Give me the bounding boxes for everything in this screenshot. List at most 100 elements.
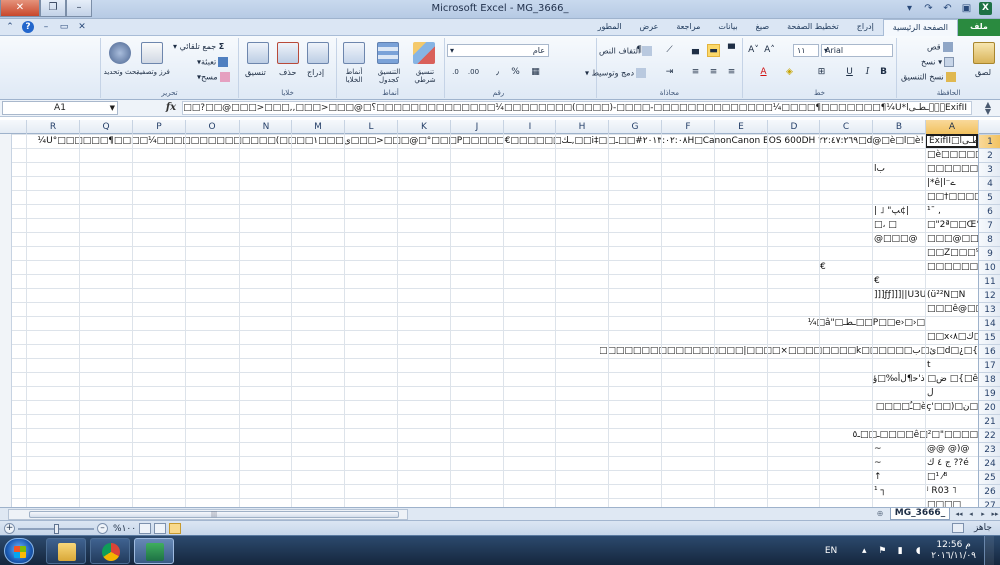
column-header-j[interactable]: J	[450, 120, 503, 134]
align-top-icon[interactable]: ▀	[725, 44, 738, 57]
cell-a24[interactable]: ج ٤ ﻙ ‌?‌?‌é	[927, 456, 978, 470]
cell-a8[interactable]: □□□@□□ô	[927, 232, 978, 246]
redo-icon[interactable]: ↷	[922, 2, 935, 15]
binoculars-icon[interactable]	[109, 42, 131, 64]
tab-developer[interactable]: المطور	[589, 19, 631, 36]
cell-a10[interactable]: □□□□□□□	[927, 260, 978, 274]
worksheet-grid[interactable]: ABCDEFGHIJKLMNOPQR 1 2 3 4 5 6 7 8 9 10 11 12 13 14 15…	[0, 117, 1000, 507]
tab-home[interactable]: الصفحة الرئيسية	[882, 19, 958, 36]
taskbar-chrome[interactable]	[90, 538, 130, 564]
merge-center-button[interactable]: ▾ دمج وتوسيط	[585, 68, 647, 79]
tray-expand-icon[interactable]: ▴	[859, 546, 869, 556]
cell-b23[interactable]: ~	[874, 442, 925, 456]
column-header-g[interactable]: G	[608, 120, 661, 134]
volume-icon[interactable]: ◖	[913, 546, 923, 556]
language-indicator[interactable]: EN	[825, 546, 837, 556]
window-close-icon[interactable]: ✕	[76, 21, 88, 33]
row-header-7[interactable]: 7	[979, 218, 1000, 232]
wrap-text-button[interactable]: التفاف النص	[599, 46, 653, 57]
tab-data[interactable]: بيانات	[709, 19, 746, 36]
grow-font-icon[interactable]: A˄	[763, 44, 776, 57]
select-all-corner[interactable]	[978, 120, 1000, 134]
accounting-format-icon[interactable]: ▦	[529, 66, 542, 79]
delete-cells-button[interactable]: حذف	[279, 68, 296, 78]
sort-filter-button[interactable]: فرز وتصفية	[135, 68, 171, 76]
tab-insert[interactable]: إدراج	[848, 19, 883, 36]
row-header-8[interactable]: 8	[979, 232, 1000, 246]
normal-view-icon[interactable]	[169, 523, 182, 534]
last-sheet-icon[interactable]: ▸▸	[990, 508, 1000, 520]
cell-a23[interactable]: @@ @)@	[927, 442, 978, 456]
row-header-26[interactable]: 26	[979, 484, 1000, 498]
column-header-p[interactable]: P	[132, 120, 185, 134]
sheet-tab-mg-3666[interactable]: MG_3666_	[890, 508, 950, 520]
row-header-23[interactable]: 23	[979, 442, 1000, 456]
shrink-font-icon[interactable]: A˅	[747, 44, 760, 57]
underline-button[interactable]: U	[843, 66, 856, 79]
column-header-o[interactable]: O	[185, 120, 238, 134]
row-header-9[interactable]: 9	[979, 246, 1000, 260]
cell-b24[interactable]: ~	[874, 456, 925, 470]
start-button[interactable]	[4, 538, 34, 564]
system-clock[interactable]: 12:56 م ٢٠١٦/١١/٠٩	[931, 540, 976, 562]
column-header-i[interactable]: I	[503, 120, 556, 134]
number-format-combo[interactable]: ▾ عام	[447, 44, 549, 57]
macro-record-icon[interactable]	[952, 523, 964, 533]
row-header-12[interactable]: 12	[979, 288, 1000, 302]
insert-cells-button[interactable]: إدراج	[307, 68, 324, 78]
column-header-q[interactable]: Q	[79, 120, 132, 134]
fill-color-icon[interactable]: ◈	[783, 66, 796, 79]
cell-a27[interactable]: □□□□	[927, 498, 978, 507]
ribbon-collapse-icon[interactable]: ⌃	[4, 21, 16, 33]
first-sheet-icon[interactable]: ◂◂	[954, 508, 964, 520]
cell-a9[interactable]: □□Z□□□⁹	[927, 246, 978, 260]
column-header-m[interactable]: M	[291, 120, 344, 134]
row-header-22[interactable]: 22	[979, 428, 1000, 442]
clear-button[interactable]: ▾مسح	[197, 72, 230, 83]
cell-b25[interactable]: ↑	[874, 470, 925, 484]
cell-b3[interactable]: ب‌ا	[874, 162, 925, 176]
row-header-21[interactable]: 21	[979, 414, 1000, 428]
cell-a25[interactable]: □¹ ⁄ᴮ	[927, 470, 978, 484]
insert-sheet-icon[interactable]: ⊕	[872, 509, 888, 519]
column-header-l[interactable]: L	[344, 120, 397, 134]
column-header-e[interactable]: E	[714, 120, 767, 134]
column-header-b[interactable]: B	[872, 120, 925, 134]
zoom-in-icon[interactable]: +	[4, 523, 15, 534]
row-header-11[interactable]: 11	[979, 274, 1000, 288]
cell-a7[interactable]: □"2ª□□Œ°	[927, 218, 978, 232]
format-cells-icon[interactable]	[247, 42, 269, 64]
next-sheet-icon[interactable]: ▸	[978, 508, 988, 520]
comma-button[interactable]: ٫	[491, 66, 504, 79]
cell-c10[interactable]: €	[820, 260, 860, 274]
tab-page-layout[interactable]: تخطيط الصفحة	[778, 19, 848, 36]
row-header-2[interactable]: 2	[979, 148, 1000, 162]
cell-a19[interactable]: ل	[927, 386, 978, 400]
indent-icon[interactable]: ⇥	[663, 66, 676, 79]
column-header-k[interactable]: K	[397, 120, 450, 134]
customize-toolbar-icon[interactable]: ▾	[903, 2, 916, 15]
cell-b8[interactable]: @□□□@	[874, 232, 925, 246]
align-right-icon[interactable]: ≡	[725, 66, 738, 79]
cell-row14-overflow[interactable]: □‹□‹P□□e□□ـطـ□"â□¼	[760, 316, 925, 330]
increase-decimal-icon[interactable]: .00	[467, 66, 480, 79]
cell-b11[interactable]: €	[874, 274, 925, 288]
cut-button[interactable]: قص	[927, 42, 953, 53]
borders-icon[interactable]: ⊞	[815, 66, 828, 79]
cell-row16-overflow[interactable]: }□¿□d□ئ□ب□□□□□□k□□□□□□□□×□□□□|□□□□□□□□□□…	[600, 344, 978, 358]
action-center-icon[interactable]: ⚑	[877, 546, 887, 556]
paste-button[interactable]: لصق	[975, 68, 991, 78]
cell-a12[interactable]: (ü²²N□N	[927, 288, 978, 302]
decrease-decimal-icon[interactable]: .0	[449, 66, 462, 79]
network-icon[interactable]: ▮	[895, 546, 905, 556]
horizontal-scroll-thumb[interactable]: |||	[29, 511, 399, 518]
row-header-6[interactable]: 6	[979, 204, 1000, 218]
tab-file[interactable]: ملف	[958, 19, 1000, 36]
format-table-button[interactable]: التنسيق كجدول	[371, 68, 407, 84]
column-header-a[interactable]: A	[925, 120, 978, 134]
cell-a6[interactable]: ¹¯ ,	[927, 204, 978, 218]
page-layout-view-icon[interactable]	[154, 523, 167, 534]
prev-sheet-icon[interactable]: ◂	[966, 508, 976, 520]
cell-a17[interactable]: t	[927, 358, 978, 372]
name-box[interactable]: A1 ▼	[2, 101, 118, 115]
